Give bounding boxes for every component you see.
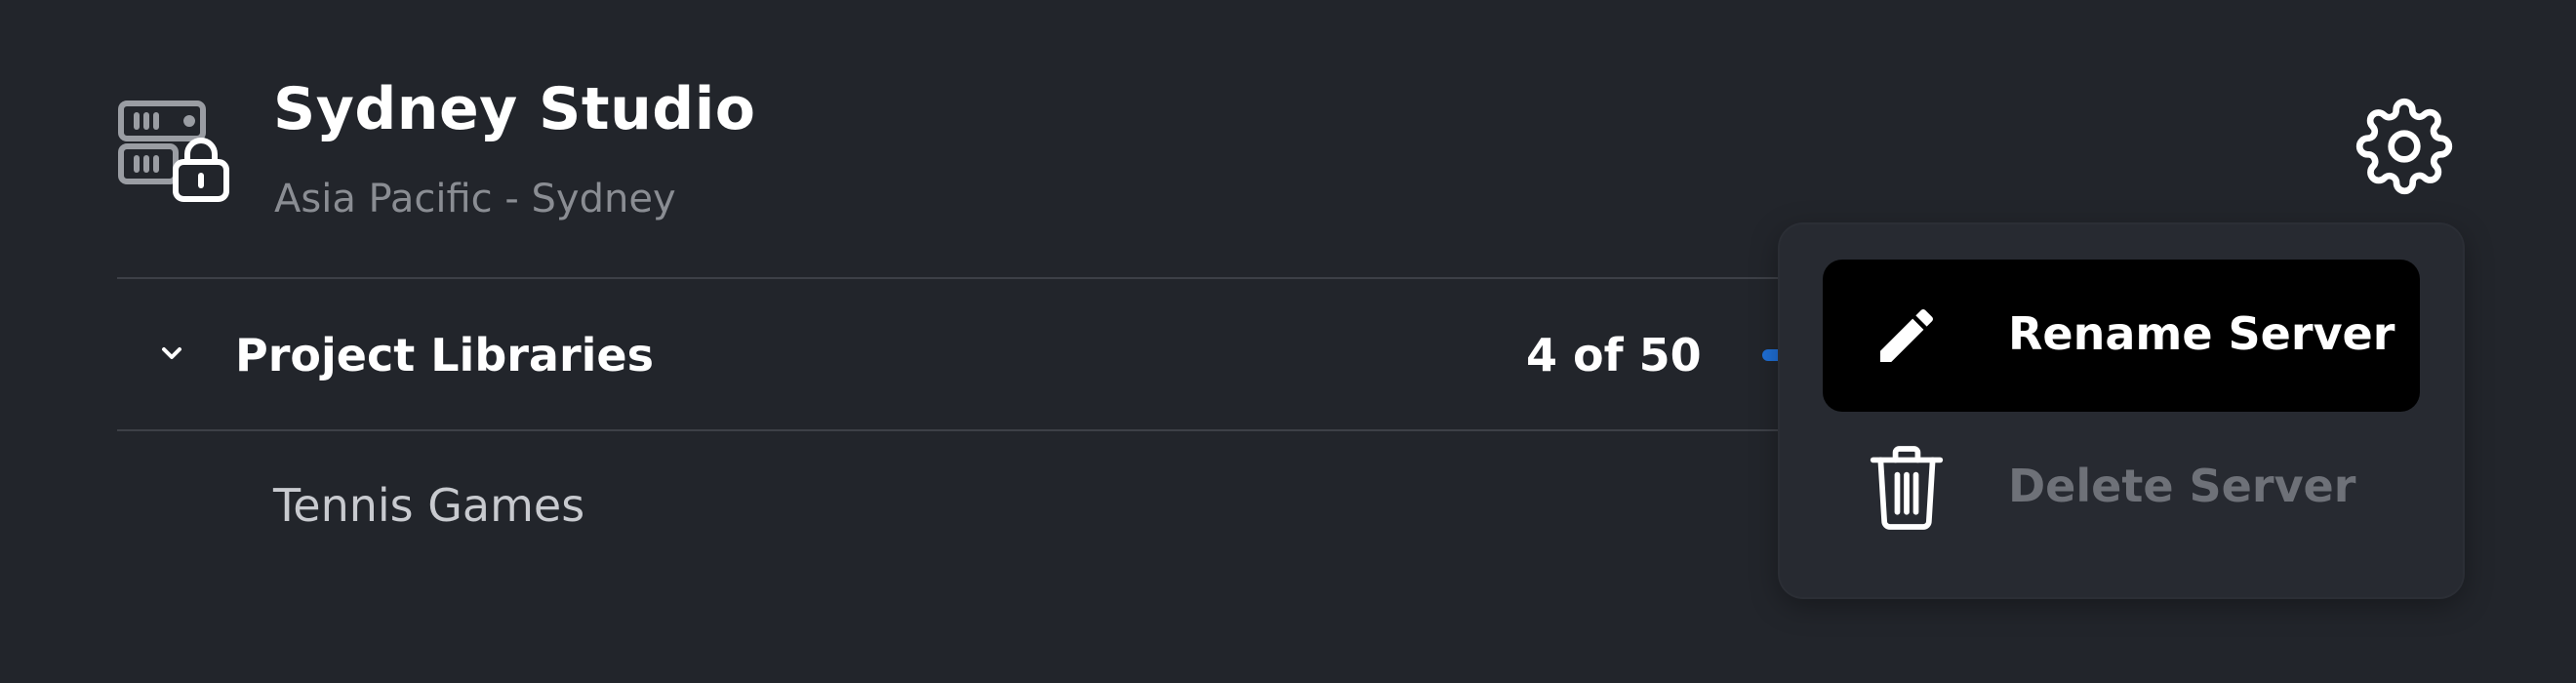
chevron-down-icon xyxy=(156,338,187,369)
server-settings-page: Sydney Studio Asia Pacific - Sydney Proj… xyxy=(0,0,2576,683)
server-name: Sydney Studio xyxy=(273,75,756,143)
server-settings-menu: Rename Server Delete Server xyxy=(1780,224,2463,597)
project-libraries-label: Project Libraries xyxy=(235,329,655,382)
delete-server-label: Delete Server xyxy=(2008,460,2356,512)
libraries-divider xyxy=(117,429,1795,431)
delete-server-menu-item[interactable]: Delete Server xyxy=(1823,412,2420,564)
gear-icon xyxy=(2355,98,2453,199)
server-lock-icon xyxy=(117,100,232,203)
rename-server-menu-item[interactable]: Rename Server xyxy=(1823,260,2420,412)
trash-icon xyxy=(1868,446,1946,530)
project-libraries-toggle[interactable]: Project Libraries 4 of 50 xyxy=(117,281,1918,427)
library-item-tennis-games[interactable]: Tennis Games xyxy=(273,474,584,537)
rename-server-label: Rename Server xyxy=(2008,307,2395,360)
server-region: Asia Pacific - Sydney xyxy=(274,177,676,221)
settings-button[interactable] xyxy=(2354,98,2455,199)
pencil-icon xyxy=(1868,297,1946,375)
library-count: 4 of 50 xyxy=(1526,329,1702,382)
header-divider xyxy=(117,277,1795,279)
